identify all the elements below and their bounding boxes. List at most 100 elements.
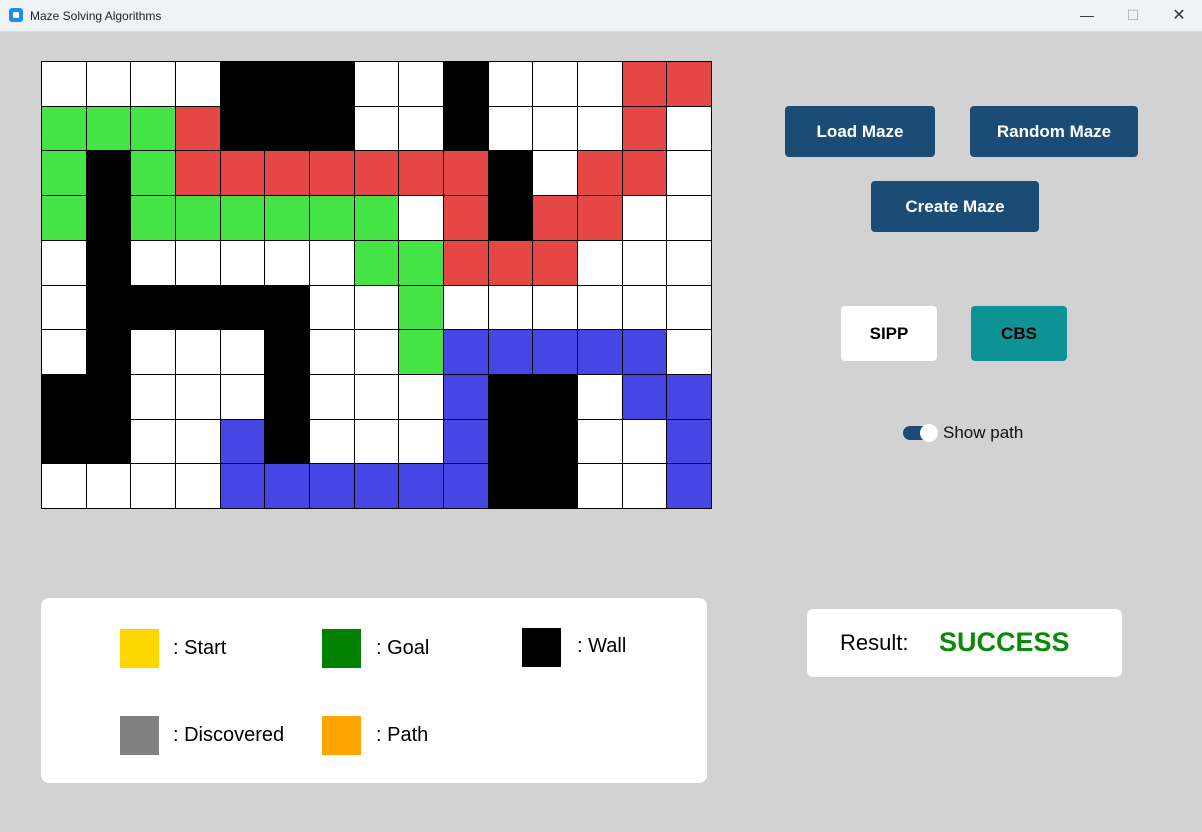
maze-cell[interactable]	[444, 241, 489, 286]
maze-cell[interactable]	[131, 420, 176, 464]
maze-cell[interactable]	[667, 151, 712, 196]
maze-cell[interactable]	[176, 375, 221, 420]
maze-cell[interactable]	[87, 330, 131, 375]
maze-cell[interactable]	[355, 330, 399, 375]
maze-cell[interactable]	[578, 241, 623, 286]
maze-cell[interactable]	[310, 464, 355, 509]
maze-cell[interactable]	[667, 286, 712, 330]
maze-cell[interactable]	[533, 241, 578, 286]
maze-cell[interactable]	[489, 375, 533, 420]
maze-cell[interactable]	[578, 375, 623, 420]
close-button[interactable]: ✕	[1156, 0, 1202, 31]
maze-cell[interactable]	[578, 464, 623, 509]
maze-cell[interactable]	[221, 196, 265, 241]
maze-cell[interactable]	[623, 107, 667, 151]
maze-cell[interactable]	[578, 330, 623, 375]
maze-cell[interactable]	[310, 107, 355, 151]
maze-cell[interactable]	[87, 196, 131, 241]
create-maze-button[interactable]: Create Maze	[871, 181, 1039, 232]
maze-cell[interactable]	[444, 196, 489, 241]
maze-cell[interactable]	[176, 241, 221, 286]
maze-cell[interactable]	[176, 420, 221, 464]
maze-cell[interactable]	[578, 420, 623, 464]
maze-cell[interactable]	[533, 62, 578, 107]
sipp-button[interactable]: SIPP	[841, 306, 937, 361]
maze-cell[interactable]	[42, 286, 87, 330]
maze-cell[interactable]	[623, 62, 667, 107]
maze-cell[interactable]	[310, 62, 355, 107]
maze-cell[interactable]	[221, 107, 265, 151]
maze-cell[interactable]	[87, 107, 131, 151]
maze-cell[interactable]	[399, 196, 444, 241]
maze-cell[interactable]	[310, 420, 355, 464]
maze-cell[interactable]	[265, 62, 310, 107]
maze-cell[interactable]	[355, 420, 399, 464]
maze-cell[interactable]	[444, 62, 489, 107]
maze-cell[interactable]	[623, 241, 667, 286]
maze-cell[interactable]	[42, 151, 87, 196]
minimize-button[interactable]: —	[1064, 0, 1110, 31]
maze-cell[interactable]	[489, 420, 533, 464]
maze-cell[interactable]	[355, 107, 399, 151]
maze-cell[interactable]	[310, 151, 355, 196]
maze-cell[interactable]	[221, 375, 265, 420]
maze-cell[interactable]	[265, 464, 310, 509]
maze-cell[interactable]	[623, 464, 667, 509]
maze-cell[interactable]	[578, 196, 623, 241]
maze-cell[interactable]	[533, 107, 578, 151]
maze-cell[interactable]	[310, 241, 355, 286]
maze-cell[interactable]	[87, 62, 131, 107]
maze-cell[interactable]	[265, 107, 310, 151]
maze-cell[interactable]	[578, 286, 623, 330]
maze-cell[interactable]	[176, 62, 221, 107]
maze-cell[interactable]	[667, 196, 712, 241]
maze-cell[interactable]	[131, 241, 176, 286]
maze-cell[interactable]	[623, 330, 667, 375]
maze-cell[interactable]	[489, 196, 533, 241]
maze-cell[interactable]	[623, 286, 667, 330]
maze-cell[interactable]	[533, 420, 578, 464]
maze-cell[interactable]	[310, 286, 355, 330]
maze-cell[interactable]	[131, 196, 176, 241]
maze-cell[interactable]	[444, 107, 489, 151]
maze-cell[interactable]	[444, 151, 489, 196]
maze-cell[interactable]	[533, 330, 578, 375]
maze-cell[interactable]	[131, 62, 176, 107]
maze-cell[interactable]	[265, 196, 310, 241]
maze-cell[interactable]	[667, 330, 712, 375]
maze-cell[interactable]	[265, 286, 310, 330]
maze-cell[interactable]	[42, 330, 87, 375]
maximize-button[interactable]: ☐	[1110, 0, 1156, 31]
maze-cell[interactable]	[578, 151, 623, 196]
maze-cell[interactable]	[623, 375, 667, 420]
maze-cell[interactable]	[399, 464, 444, 509]
random-maze-button[interactable]: Random Maze	[970, 106, 1138, 157]
maze-cell[interactable]	[221, 330, 265, 375]
maze-cell[interactable]	[176, 464, 221, 509]
maze-cell[interactable]	[667, 62, 712, 107]
maze-cell[interactable]	[221, 286, 265, 330]
cbs-button[interactable]: CBS	[971, 306, 1067, 361]
maze-cell[interactable]	[131, 464, 176, 509]
maze-cell[interactable]	[265, 420, 310, 464]
maze-cell[interactable]	[310, 196, 355, 241]
maze-cell[interactable]	[221, 62, 265, 107]
maze-cell[interactable]	[42, 62, 87, 107]
maze-cell[interactable]	[355, 286, 399, 330]
maze-cell[interactable]	[623, 151, 667, 196]
maze-cell[interactable]	[489, 330, 533, 375]
maze-cell[interactable]	[399, 375, 444, 420]
maze-cell[interactable]	[87, 151, 131, 196]
maze-cell[interactable]	[444, 286, 489, 330]
maze-cell[interactable]	[310, 330, 355, 375]
maze-cell[interactable]	[42, 196, 87, 241]
maze-cell[interactable]	[489, 62, 533, 107]
maze-cell[interactable]	[533, 196, 578, 241]
maze-cell[interactable]	[444, 420, 489, 464]
maze-cell[interactable]	[176, 330, 221, 375]
maze-cell[interactable]	[87, 420, 131, 464]
maze-cell[interactable]	[87, 464, 131, 509]
maze-cell[interactable]	[399, 286, 444, 330]
maze-cell[interactable]	[399, 330, 444, 375]
maze-cell[interactable]	[489, 241, 533, 286]
